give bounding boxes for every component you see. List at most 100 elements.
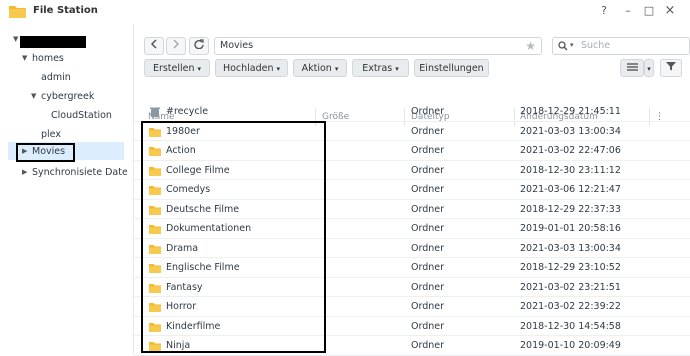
table-row[interactable]: College Filme Ordner 2018-12-30 23:11:12	[134, 161, 690, 180]
file-name: Dokumentationen	[166, 223, 252, 234]
settings-button[interactable]: Einstellungen	[414, 59, 489, 77]
file-name: 1980er	[166, 125, 200, 137]
search-placeholder: Suche	[581, 40, 611, 51]
search-icon	[558, 41, 568, 51]
help-icon[interactable]: ?	[597, 4, 611, 18]
table-row[interactable]: Horror Ordner 2021-03-02 22:39:22	[134, 297, 690, 317]
annotation-box-movies	[16, 143, 75, 162]
list-view-button[interactable]	[620, 59, 644, 77]
table-row[interactable]: Dokumentationen Ordner 2019-01-01 20:58:16	[134, 219, 690, 239]
table-row[interactable]: 1980er Ordner 2021-03-03 13:00:34	[134, 122, 690, 141]
table-row[interactable]: Englische Filme Ordner 2018-12-29 23:10:52	[134, 258, 690, 278]
refresh-icon	[194, 39, 204, 50]
folder-icon	[149, 205, 161, 215]
folder-icon	[149, 127, 161, 137]
table-row[interactable]: Ninja Ordner 2019-01-10 20:09:49	[134, 336, 690, 356]
sidebar-item-cybergreek[interactable]: cybergreek	[41, 89, 94, 105]
folder-icon	[149, 322, 161, 332]
table-row[interactable]: Kinderfilme Ordner 2018-12-30 14:54:58	[134, 317, 690, 336]
table-row[interactable]: Drama Ordner 2021-03-03 13:00:34	[134, 239, 690, 258]
file-type: Ordner	[411, 320, 445, 332]
file-type: Ordner	[411, 164, 445, 176]
folder-icon	[149, 166, 161, 176]
action-button[interactable]: Aktion ▾	[293, 59, 347, 77]
list-view-icon	[626, 63, 638, 71]
file-modified: 2021-03-02 22:39:22	[520, 301, 621, 312]
file-modified: 2019-01-01 20:58:16	[520, 223, 621, 234]
table-row[interactable]: Action Ordner 2021-03-02 22:47:06	[134, 141, 690, 161]
table-row[interactable]: Fantasy Ordner 2021-03-02 23:21:51	[134, 278, 690, 297]
settings-label: Einstellungen	[419, 63, 484, 74]
window-title: File Station	[33, 5, 98, 16]
file-type: Ordner	[411, 242, 445, 254]
extras-button[interactable]: Extras ▾	[352, 59, 409, 77]
close-button[interactable]: ×	[663, 4, 677, 18]
file-modified: 2021-03-02 23:21:51	[520, 281, 621, 293]
path-field[interactable]: Movies ★	[214, 37, 542, 55]
file-modified: 2019-01-10 20:09:49	[520, 340, 621, 351]
upload-label: Hochladen	[222, 63, 274, 74]
sidebar: ▼ ▼ homes admin ▼ cybergreek CloudStatio…	[0, 24, 134, 354]
maximize-button[interactable]: □	[642, 4, 656, 18]
file-type: Ordner	[411, 262, 445, 273]
file-type: Ordner	[411, 340, 445, 351]
redacted-server-name	[20, 36, 86, 48]
folder-icon	[149, 303, 161, 312]
file-type: Ordner	[411, 184, 445, 195]
filter-icon	[666, 62, 676, 71]
table-row[interactable]: Comedys Ordner 2021-03-06 12:21:47	[134, 180, 690, 200]
table-row[interactable]: Deutsche Filme Ordner 2018-12-29 22:37:33	[134, 200, 690, 219]
file-name: Ninja	[166, 340, 191, 351]
folder-icon	[149, 264, 161, 273]
file-type: Ordner	[411, 106, 445, 117]
upload-button[interactable]: Hochladen ▾	[215, 59, 288, 77]
file-modified: 2018-12-29 21:45:11	[520, 106, 621, 117]
chevron-right-icon	[173, 39, 180, 49]
sidebar-item-plex[interactable]: plex	[41, 127, 61, 143]
folder-icon	[149, 225, 161, 234]
view-dropdown[interactable]: ▾	[644, 59, 654, 77]
table-row[interactable]: #recycle Ordner 2018-12-29 21:45:11	[134, 102, 690, 122]
file-modified: 2021-03-06 12:21:47	[520, 184, 621, 195]
file-name: Horror	[166, 301, 197, 312]
chevron-down-icon[interactable]: ▾	[570, 41, 574, 49]
sidebar-item-cloudstation[interactable]: CloudStation	[51, 108, 112, 124]
path-text: Movies	[220, 40, 254, 51]
file-modified: 2018-12-30 23:11:12	[520, 164, 621, 176]
folder-icon	[149, 342, 161, 351]
back-button[interactable]	[144, 37, 164, 55]
refresh-button[interactable]	[189, 37, 209, 55]
file-name: Deutsche Filme	[166, 203, 240, 215]
sidebar-item-sync-files[interactable]: Synchronisiete Dateie	[32, 165, 127, 181]
file-modified: 2021-03-03 13:00:34	[520, 242, 621, 254]
file-name: Fantasy	[166, 281, 203, 293]
folder-app-icon	[9, 6, 26, 18]
main-panel: Movies ★ ▾ Suche Erstellen ▾ Hochladen ▾…	[134, 24, 690, 356]
chevron-down-icon[interactable]: ▼	[22, 54, 27, 62]
file-modified: 2018-12-29 22:37:33	[520, 203, 621, 215]
filter-button[interactable]	[660, 59, 682, 77]
forward-button[interactable]	[166, 37, 186, 55]
file-modified: 2018-12-29 23:10:52	[520, 262, 621, 273]
file-type: Ordner	[411, 301, 445, 312]
file-type: Ordner	[411, 223, 445, 234]
chevron-down-icon[interactable]: ▼	[13, 35, 18, 43]
minimize-button[interactable]: –	[621, 4, 635, 18]
file-type: Ordner	[411, 203, 445, 215]
sidebar-item-admin[interactable]: admin	[41, 70, 71, 86]
folder-icon	[149, 186, 161, 195]
folder-icon	[149, 244, 161, 254]
create-button[interactable]: Erstellen ▾	[144, 59, 210, 77]
file-name: #recycle	[166, 106, 209, 117]
file-name: Kinderfilme	[166, 320, 221, 332]
file-name: Drama	[166, 242, 199, 254]
search-input[interactable]: ▾ Suche	[552, 37, 690, 55]
chevron-right-icon[interactable]: ▶	[22, 168, 27, 176]
trash-icon	[150, 107, 160, 117]
chevron-down-icon[interactable]: ▼	[31, 92, 36, 100]
file-type: Ordner	[411, 145, 445, 156]
file-modified: 2021-03-03 13:00:34	[520, 125, 621, 137]
file-type: Ordner	[411, 125, 445, 137]
sidebar-item-homes[interactable]: homes	[32, 51, 64, 67]
star-icon[interactable]: ★	[525, 38, 536, 54]
